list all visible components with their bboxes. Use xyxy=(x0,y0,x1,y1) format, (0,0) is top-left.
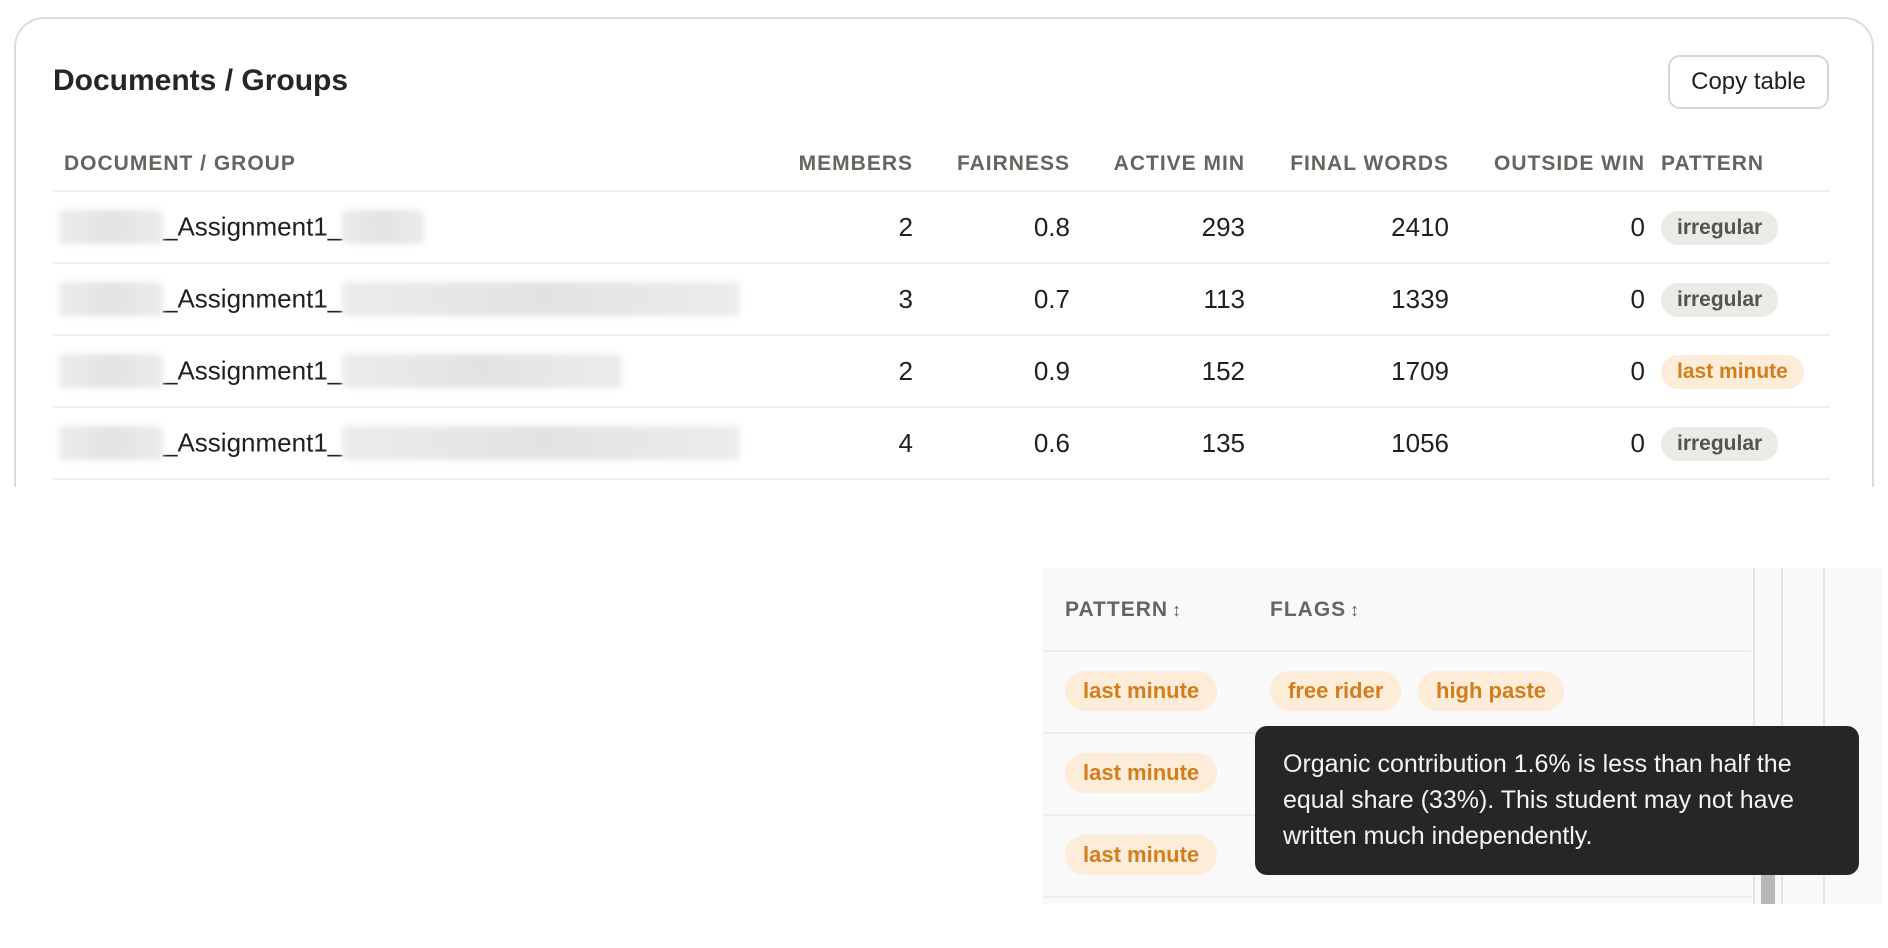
flag-badge-free-rider[interactable]: free rider xyxy=(1270,671,1402,711)
redacted-prefix xyxy=(59,354,163,389)
final-words-cell: 1056 xyxy=(1245,407,1449,480)
panel-header-row: PATTERN ↕ FLAGS ↕ xyxy=(1043,568,1751,652)
col-members-header[interactable]: MEMBERS xyxy=(753,138,913,192)
active-min-cell: 152 xyxy=(1070,335,1245,408)
document-name-cell[interactable]: _Assignment1_ xyxy=(53,335,753,408)
pattern-badge: last minute xyxy=(1065,671,1218,711)
card-title: Documents / Groups xyxy=(53,64,349,97)
redacted-prefix xyxy=(59,210,163,245)
document-name: _Assignment1_ xyxy=(163,283,343,314)
flag-badge-high-paste[interactable]: high paste xyxy=(1418,671,1565,711)
table-row[interactable]: _Assignment1_ 3 0.7 113 1339 0 irregular xyxy=(53,263,1830,336)
pattern-badge: irregular xyxy=(1661,282,1779,317)
members-cell: 3 xyxy=(753,263,913,336)
col-pattern-header[interactable]: PATTERN xyxy=(1645,138,1830,192)
active-min-cell: 113 xyxy=(1070,263,1245,336)
active-min-cell: 135 xyxy=(1070,407,1245,480)
fairness-cell: 0.8 xyxy=(913,191,1070,264)
outside-win-cell: 0 xyxy=(1449,335,1645,408)
fairness-cell: 0.9 xyxy=(913,335,1070,408)
redacted-suffix xyxy=(342,426,741,461)
members-cell: 4 xyxy=(753,407,913,480)
flag-explanation-tooltip: Organic contribution 1.6% is less than h… xyxy=(1255,726,1859,875)
col-active-header[interactable]: ACTIVE MIN xyxy=(1070,138,1245,192)
pattern-badge: last minute xyxy=(1065,835,1218,875)
redacted-prefix xyxy=(59,426,163,461)
redacted-suffix xyxy=(342,354,623,389)
table-row[interactable]: last minute free rider high paste xyxy=(1043,652,1751,734)
document-name-cell[interactable]: _Assignment1_ xyxy=(53,191,753,264)
final-words-cell: 1709 xyxy=(1245,335,1449,408)
redacted-suffix xyxy=(342,282,741,317)
col-flags-sort-header[interactable]: FLAGS ↕ xyxy=(1270,598,1360,622)
col-document-header[interactable]: DOCUMENT / GROUP xyxy=(53,138,753,192)
redacted-prefix xyxy=(59,282,163,317)
pattern-cell: last minute xyxy=(1645,335,1830,408)
table-row[interactable]: _Assignment1_ 2 0.9 152 1709 0 last minu… xyxy=(53,335,1830,408)
col-fairness-header[interactable]: FAIRNESS xyxy=(913,138,1070,192)
col-pattern-sort-header[interactable]: PATTERN ↕ xyxy=(1065,598,1182,622)
pattern-badge: last minute xyxy=(1661,354,1804,389)
copy-table-button[interactable]: Copy table xyxy=(1668,55,1829,109)
final-words-cell: 1339 xyxy=(1245,263,1449,336)
document-name: _Assignment1_ xyxy=(163,211,343,242)
pattern-badge: last minute xyxy=(1065,753,1218,793)
document-name: _Assignment1_ xyxy=(163,427,343,458)
final-words-cell: 2410 xyxy=(1245,191,1449,264)
table-header-row: DOCUMENT / GROUP MEMBERS FAIRNESS ACTIVE… xyxy=(53,138,1830,192)
table-row[interactable]: _Assignment1_ 4 0.6 135 1056 0 irregular xyxy=(53,407,1830,480)
pattern-cell: irregular xyxy=(1645,191,1830,264)
pattern-cell: irregular xyxy=(1645,263,1830,336)
col-words-header[interactable]: FINAL WORDS xyxy=(1245,138,1449,192)
redacted-suffix xyxy=(342,210,425,245)
col-outside-header[interactable]: OUTSIDE WIN xyxy=(1449,138,1645,192)
members-cell: 2 xyxy=(753,191,913,264)
pattern-badge: irregular xyxy=(1661,426,1779,461)
fairness-cell: 0.6 xyxy=(913,407,1070,480)
sort-icon: ↕ xyxy=(1350,600,1361,620)
pattern-badge: irregular xyxy=(1661,210,1779,245)
table-row[interactable]: _Assignment1_ 2 0.8 293 2410 0 irregular xyxy=(53,191,1830,264)
document-name-cell[interactable]: _Assignment1_ xyxy=(53,263,753,336)
sort-icon: ↕ xyxy=(1172,600,1183,620)
col-flags-label: FLAGS xyxy=(1270,598,1347,621)
outside-win-cell: 0 xyxy=(1449,191,1645,264)
fairness-cell: 0.7 xyxy=(913,263,1070,336)
outside-win-cell: 0 xyxy=(1449,407,1645,480)
members-cell: 2 xyxy=(753,335,913,408)
document-name-cell[interactable]: _Assignment1_ xyxy=(53,407,753,480)
outside-win-cell: 0 xyxy=(1449,263,1645,336)
active-min-cell: 293 xyxy=(1070,191,1245,264)
groups-table: DOCUMENT / GROUP MEMBERS FAIRNESS ACTIVE… xyxy=(53,138,1830,480)
pattern-cell: irregular xyxy=(1645,407,1830,480)
col-pattern-label: PATTERN xyxy=(1065,598,1169,621)
document-name: _Assignment1_ xyxy=(163,355,343,386)
